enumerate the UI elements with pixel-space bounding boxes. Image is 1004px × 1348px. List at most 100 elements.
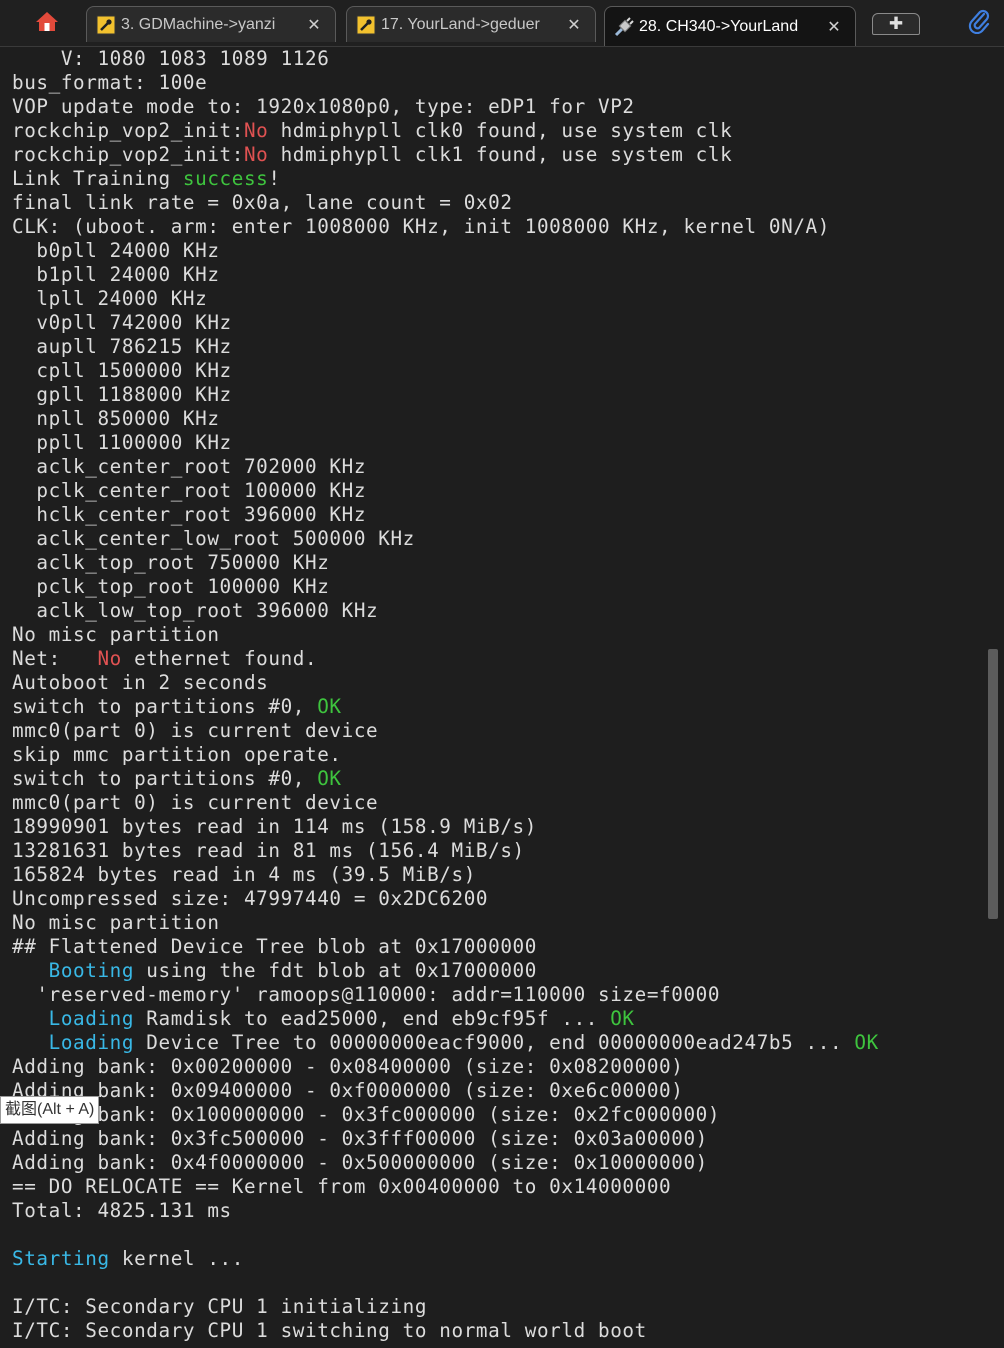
- terminal-line: Loading Device Tree to 00000000eacf9000,…: [12, 1031, 879, 1055]
- terminal-output[interactable]: V: 1080 1083 1089 1126 bus_format: 100e VO…: [0, 47, 986, 1348]
- terminal-text: == DO RELOCATE == Kernel from 0x00400000…: [12, 1175, 672, 1198]
- home-icon[interactable]: [35, 10, 59, 36]
- terminal-text: Adding bank: 0x00200000 - 0x08400000 (si…: [12, 1055, 684, 1078]
- terminal-text: cpll 1500000 KHz: [12, 359, 232, 382]
- terminal-text: hdmiphypll clk1 found, use system clk: [268, 143, 733, 166]
- terminal-line: gpll 1188000 KHz: [12, 383, 232, 407]
- terminal-text: Ramdisk to ead25000, end eb9cf95f ...: [134, 1007, 611, 1030]
- terminal-text: 13281631 bytes read in 81 ms (156.4 MiB/…: [12, 839, 525, 862]
- terminal-text: aclk_center_root 702000 KHz: [12, 455, 367, 478]
- terminal-text: mmc0(part 0) is current device: [12, 791, 379, 814]
- terminal-text: v0pll 742000 KHz: [12, 311, 232, 334]
- highlighted-token: OK: [854, 1031, 879, 1054]
- tab-label: 3. GDMachine->yanzi: [121, 15, 276, 33]
- terminal-text: rockchip_vop2_init:: [12, 143, 244, 166]
- terminal-line: aclk_center_low_root 500000 KHz: [12, 527, 415, 551]
- terminal-line: skip mmc partition operate.: [12, 743, 342, 767]
- terminal-text: 165824 bytes read in 4 ms (39.5 MiB/s): [12, 863, 476, 886]
- highlighted-token: OK: [317, 695, 342, 718]
- terminal-text: using the fdt blob at 0x17000000: [134, 959, 537, 982]
- terminal-line: final link rate = 0x0a, lane count = 0x0…: [12, 191, 513, 215]
- terminal-line: mmc0(part 0) is current device: [12, 719, 378, 743]
- scrollbar-thumb[interactable]: [988, 649, 998, 919]
- terminal-text: I/TC: Secondary CPU 1 switching to norma…: [12, 1319, 647, 1342]
- attach-button[interactable]: [964, 8, 994, 38]
- terminal-text: b1pll 24000 KHz: [12, 263, 220, 286]
- serial-plug-icon: [613, 16, 635, 38]
- terminal-text: mmc0(part 0) is current device: [12, 719, 379, 742]
- highlighted-token: Loading: [48, 1031, 135, 1054]
- plus-icon: ✚: [888, 14, 904, 34]
- close-icon[interactable]: ✕: [303, 15, 325, 35]
- tab-session-ch340[interactable]: 28. CH340->YourLand ✕: [604, 6, 856, 46]
- terminal-text: ppll 1100000 KHz: [12, 431, 232, 454]
- terminal-text: Adding bank: 0x100000000 - 0x3fc000000 (…: [12, 1103, 721, 1126]
- wrench-icon: [95, 14, 117, 36]
- terminal-line: 165824 bytes read in 4 ms (39.5 MiB/s): [12, 863, 476, 887]
- terminal-text: aupll 786215 KHz: [12, 335, 232, 358]
- terminal-line: b1pll 24000 KHz: [12, 263, 220, 287]
- close-icon[interactable]: ✕: [823, 17, 845, 37]
- terminal-line: Loading Ramdisk to ead25000, end eb9cf95…: [12, 1007, 635, 1031]
- terminal-line: 18990901 bytes read in 114 ms (158.9 MiB…: [12, 815, 537, 839]
- terminal-line: aclk_low_top_root 396000 KHz: [12, 599, 378, 623]
- terminal-text: aclk_top_root 750000 KHz: [12, 551, 330, 574]
- terminal-text: hdmiphypll clk0 found, use system clk: [268, 119, 733, 142]
- terminal-text: I/TC: Secondary CPU 1 initializing: [12, 1295, 428, 1318]
- terminal-line: VOP update mode to: 1920x1080p0, type: e…: [12, 95, 635, 119]
- terminal-text: !: [268, 167, 281, 190]
- screenshot-tooltip: 截图(Alt + A): [0, 1096, 100, 1124]
- close-icon[interactable]: ✕: [563, 15, 585, 35]
- terminal-text: pclk_center_root 100000 KHz: [12, 479, 367, 502]
- terminal-text: Adding bank: 0x4f0000000 - 0x500000000 (…: [12, 1151, 708, 1174]
- terminal-text: V: 1080 1083 1089 1126: [12, 47, 330, 70]
- terminal-line: v0pll 742000 KHz: [12, 311, 232, 335]
- terminal-text: aclk_low_top_root 396000 KHz: [12, 599, 379, 622]
- terminal-line: == DO RELOCATE == Kernel from 0x00400000…: [12, 1175, 671, 1199]
- terminal-text: Total: 4825.131 ms: [12, 1199, 232, 1222]
- terminal-text: npll 850000 KHz: [12, 407, 220, 430]
- terminal-line: switch to partitions #0, OK: [12, 695, 342, 719]
- terminal-line: b0pll 24000 KHz: [12, 239, 220, 263]
- terminal-text: No misc partition: [12, 623, 220, 646]
- terminal-line: ## Flattened Device Tree blob at 0x17000…: [12, 935, 537, 959]
- highlighted-token: No: [243, 119, 269, 142]
- terminal-text: switch to partitions #0,: [12, 695, 318, 718]
- terminal-line: Total: 4825.131 ms: [12, 1199, 232, 1223]
- terminal-line: 13281631 bytes read in 81 ms (156.4 MiB/…: [12, 839, 525, 863]
- terminal-text: ethernet found.: [121, 647, 318, 670]
- terminal-line: 'reserved-memory' ramoops@110000: addr=1…: [12, 983, 720, 1007]
- tab-session-gdmachine[interactable]: 3. GDMachine->yanzi ✕: [86, 6, 336, 42]
- tab-session-yourland[interactable]: 17. YourLand->geduer ✕: [346, 6, 596, 42]
- terminal-line: ppll 1100000 KHz: [12, 431, 232, 455]
- terminal-line: Adding bank: 0x4f0000000 - 0x500000000 (…: [12, 1151, 708, 1175]
- terminal-text: Net:: [12, 647, 98, 670]
- terminal-line: rockchip_vop2_init:No hdmiphypll clk0 fo…: [12, 119, 732, 143]
- terminal-line: Uncompressed size: 47997440 = 0x2DC6200: [12, 887, 488, 911]
- terminal-line: switch to partitions #0, OK: [12, 767, 342, 791]
- terminal-line: npll 850000 KHz: [12, 407, 220, 431]
- terminal-text: kernel ...: [109, 1247, 244, 1270]
- terminal-text: switch to partitions #0,: [12, 767, 318, 790]
- terminal-line: Adding bank: 0x3fc500000 - 0x3fff00000 (…: [12, 1127, 708, 1151]
- new-tab-button[interactable]: ✚: [872, 13, 920, 35]
- terminal-line: hclk_center_root 396000 KHz: [12, 503, 366, 527]
- terminal-text: CLK: (uboot. arm: enter 1008000 KHz, ini…: [12, 215, 830, 238]
- terminal-text: No misc partition: [12, 911, 220, 934]
- terminal-text: bus_format: 100e: [12, 71, 208, 94]
- terminal-line: Adding bank: 0x100000000 - 0x3fc000000 (…: [12, 1103, 720, 1127]
- highlighted-token: Loading: [48, 1007, 135, 1030]
- terminal-line: I/TC: Secondary CPU 1 switching to norma…: [12, 1319, 647, 1343]
- home-tab[interactable]: [22, 6, 72, 40]
- terminal-line: CLK: (uboot. arm: enter 1008000 KHz, ini…: [12, 215, 830, 239]
- terminal-text: ## Flattened Device Tree blob at 0x17000…: [12, 935, 537, 958]
- vertical-scrollbar[interactable]: [986, 47, 1004, 1348]
- terminal-line: I/TC: Secondary CPU 1 initializing: [12, 1295, 427, 1319]
- terminal-text: final link rate = 0x0a, lane count = 0x0…: [12, 191, 513, 214]
- terminal-line: Booting using the fdt blob at 0x17000000: [12, 959, 537, 983]
- terminal-text: hclk_center_root 396000 KHz: [12, 503, 367, 526]
- tab-label: 17. YourLand->geduer: [381, 15, 540, 33]
- terminal-line: Starting kernel ...: [12, 1247, 244, 1271]
